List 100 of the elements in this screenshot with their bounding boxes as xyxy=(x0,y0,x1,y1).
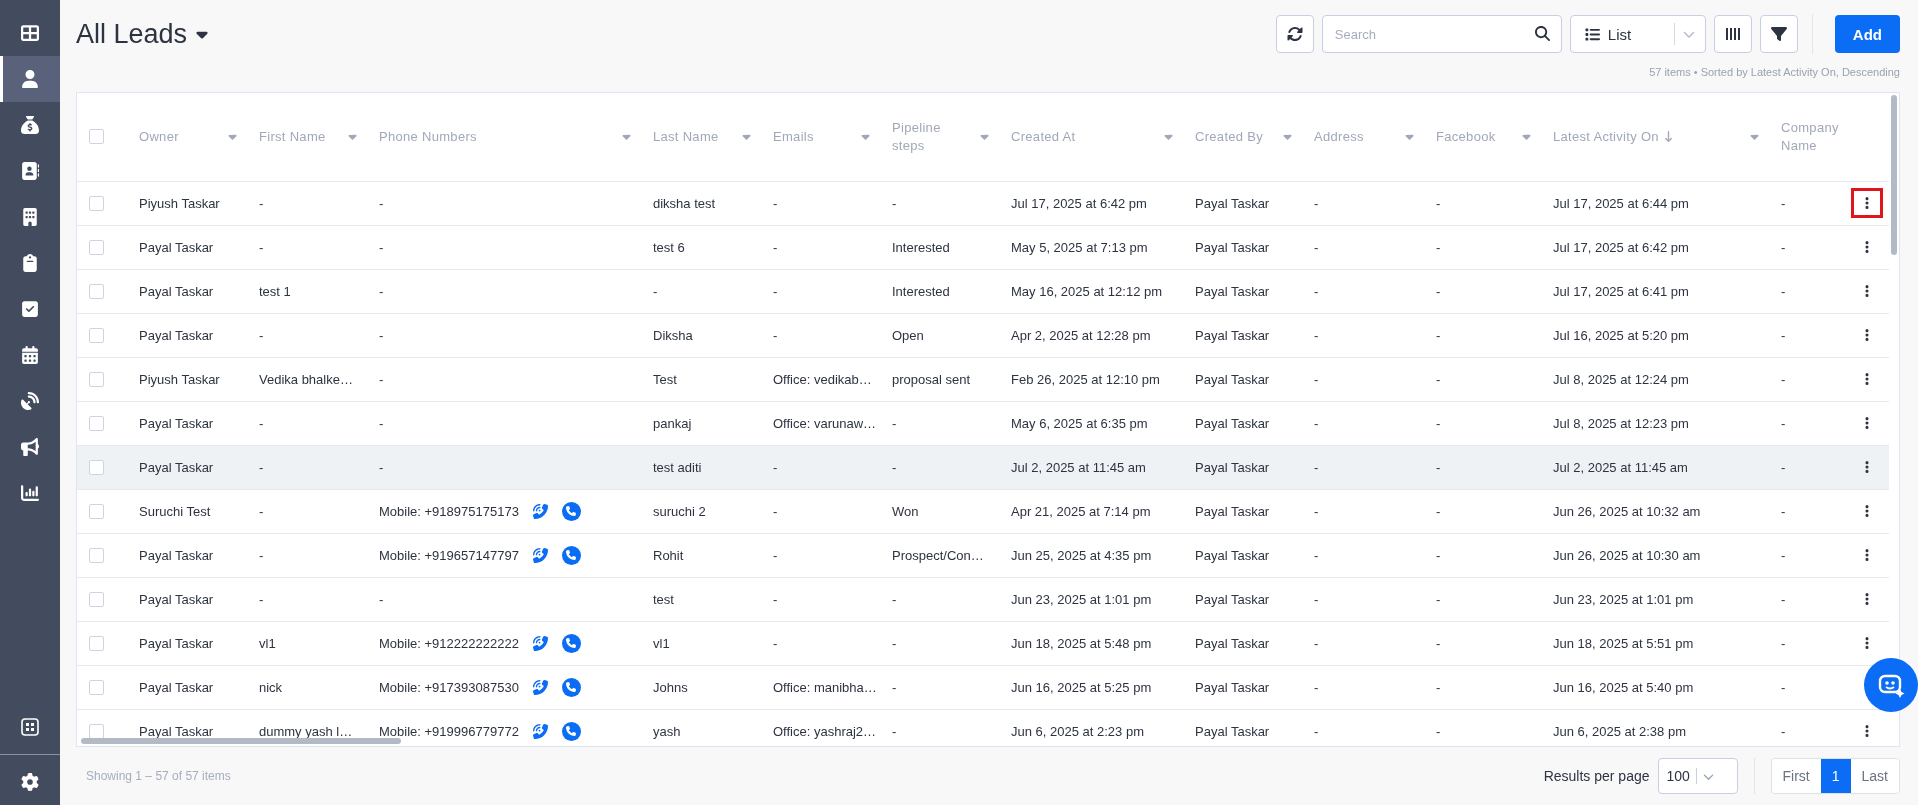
per-page-select[interactable]: 100 xyxy=(1657,758,1738,794)
view-select[interactable]: List xyxy=(1569,15,1706,53)
sidebar-item[interactable] xyxy=(0,56,60,102)
bar-chart-icon xyxy=(21,484,39,502)
table-cell: - xyxy=(892,591,897,607)
row-menu-button[interactable] xyxy=(1851,188,1883,218)
row-checkbox[interactable] xyxy=(89,503,104,519)
row-checkbox[interactable] xyxy=(89,679,104,695)
select-all-checkbox[interactable] xyxy=(89,129,104,145)
pagination-button[interactable]: Last xyxy=(1850,759,1899,793)
row-checkbox[interactable] xyxy=(89,635,104,651)
table-cell: Payal Taskar xyxy=(139,679,214,695)
phone-icon xyxy=(566,550,577,560)
columns-button[interactable] xyxy=(1713,15,1752,53)
table-cell: Jul 2, 2025 at 11:45 am xyxy=(1553,459,1688,475)
table-cell: Rohit xyxy=(653,547,684,563)
table-row[interactable]: Payal Taskar - - Diksha - Open Apr 2, 2025 at 12:28 pm Payal Taskar - - Jul 16, 2025 at 5:20 pm - xyxy=(77,313,1889,357)
table-cell: Jun 26, 2025 at 10:30 am xyxy=(1553,547,1701,563)
phone-ringing-icon[interactable] xyxy=(532,503,548,519)
row-checkbox[interactable] xyxy=(89,547,104,563)
page-title[interactable]: All Leads xyxy=(76,18,188,50)
table-cell: Payal Taskar xyxy=(1195,679,1270,695)
table-cell: Jun 18, 2025 at 5:51 pm xyxy=(1553,635,1694,651)
phone-ringing-icon[interactable] xyxy=(532,679,548,695)
table-row[interactable]: Suruchi Test - Mobile: +918975175173 suruchi 2 - Won Apr 21, 2025 at 7:14 pm Payal Taskar - - Jun 26, 2025 at 10:32 am - xyxy=(77,489,1889,533)
table-cell: Payal Taskar xyxy=(139,327,214,343)
table-cell: - xyxy=(773,547,778,563)
table-cell: Piyush Taskar xyxy=(139,371,220,387)
phone-number: - xyxy=(379,239,384,255)
table-cell: May 16, 2025 at 12:12 pm xyxy=(1011,283,1163,299)
phone-ringing-icon[interactable] xyxy=(532,547,548,563)
table-row[interactable]: Payal Taskar - - test - - Jun 23, 2025 at 1:01 pm Payal Taskar - - Jun 23, 2025 at 1:01 pm - xyxy=(77,577,1889,621)
table-cell: Jul 2, 2025 at 11:45 am xyxy=(1011,459,1146,475)
table-row[interactable]: Payal Taskar test 1 - - - Interested May 16, 2025 at 12:12 pm Payal Taskar - - Jul 17, 2025 at 6:41 pm - xyxy=(77,269,1889,313)
table-cell: - xyxy=(892,679,897,695)
table-cell: Jun 23, 2025 at 1:01 pm xyxy=(1011,591,1152,607)
table-row[interactable]: Payal Taskar vl1 Mobile: +912222222222 vl1 - - Jun 18, 2025 at 5:48 pm Payal Taskar - - Jun 18, 2025 at 5:51 pm - xyxy=(77,621,1889,665)
row-checkbox[interactable] xyxy=(89,239,104,255)
search-field[interactable]: Search xyxy=(1321,15,1562,53)
settings-icon xyxy=(21,773,39,791)
row-checkbox[interactable] xyxy=(89,459,104,475)
columns-icon xyxy=(1724,27,1741,41)
table-row[interactable]: Payal Taskar - - test aditi - - Jul 2, 2025 at 11:45 am Payal Taskar - - Jul 2, 2025 at 11:45 am - xyxy=(77,445,1889,489)
table-cell: - xyxy=(259,195,264,211)
call-button[interactable] xyxy=(561,501,581,521)
table-cell: - xyxy=(773,283,778,299)
call-button[interactable] xyxy=(561,721,581,741)
refresh-button[interactable] xyxy=(1275,15,1314,53)
table-cell: - xyxy=(1314,195,1319,211)
table-cell: Jun 6, 2025 at 2:23 pm xyxy=(1011,723,1144,739)
phone-number: - xyxy=(379,371,384,387)
row-checkbox[interactable] xyxy=(89,283,104,299)
table-cell: Jun 26, 2025 at 10:32 am xyxy=(1553,503,1701,519)
table-cell: Jun 16, 2025 at 5:40 pm xyxy=(1553,679,1694,695)
table-cell: - xyxy=(773,459,778,475)
phone-ringing-icon[interactable] xyxy=(532,635,548,651)
table-cell: - xyxy=(1436,459,1441,475)
table-cell: Suruchi Test xyxy=(139,503,211,519)
vertical-scrollbar[interactable] xyxy=(1891,95,1897,255)
table-cell: Apr 21, 2025 at 7:14 pm xyxy=(1011,503,1151,519)
phone-number: Mobile: +919996779772 xyxy=(379,723,519,739)
table-cell: Open xyxy=(892,327,924,343)
phone-icon xyxy=(566,726,577,736)
table-cell: Jul 17, 2025 at 6:41 pm xyxy=(1553,283,1689,299)
table-row[interactable]: Payal Taskar - Mobile: +919657147797 Rohit - Prospect/Con… Jun 25, 2025 at 4:35 pm Payal Taskar - - Jun 26, 2025 at 10:30 am - xyxy=(77,533,1889,577)
table-cell: Office: manibha… xyxy=(773,679,877,695)
horizontal-scrollbar[interactable] xyxy=(81,738,401,744)
table-cell: - xyxy=(259,591,264,607)
table-cell: - xyxy=(892,415,897,431)
table-row[interactable]: Payal Taskar - - test 6 - Interested May 5, 2025 at 7:13 pm Payal Taskar - - Jul 17, 2025 at 6:42 pm - xyxy=(77,225,1889,269)
table-cell: - xyxy=(1314,679,1319,695)
table-row[interactable]: Payal Taskar - - pankaj Office: varunaw… - May 6, 2025 at 6:35 pm Payal Taskar - - Jul 8, 2025 at 12:23 pm - xyxy=(77,401,1889,445)
table-cell: test xyxy=(653,591,674,607)
table-cell: vl1 xyxy=(259,635,276,651)
filter-button[interactable] xyxy=(1759,15,1798,53)
table-cell: Prospect/Con… xyxy=(892,547,984,563)
call-button[interactable] xyxy=(561,677,581,697)
add-button[interactable]: Add xyxy=(1834,15,1900,53)
table-cell: Johns xyxy=(653,679,688,695)
pagination-button[interactable]: First xyxy=(1771,759,1821,793)
call-button[interactable] xyxy=(561,545,581,565)
table-cell: - xyxy=(1436,723,1441,739)
table-cell: - xyxy=(1781,415,1786,431)
row-checkbox[interactable] xyxy=(89,591,104,607)
table-cell: - xyxy=(1436,327,1441,343)
table-cell: - xyxy=(1436,239,1441,255)
row-checkbox[interactable] xyxy=(89,327,104,343)
table-cell: Jun 6, 2025 at 2:38 pm xyxy=(1553,723,1686,739)
row-checkbox[interactable] xyxy=(89,415,104,431)
table-cell: - xyxy=(259,239,264,255)
table-row[interactable]: Piyush Taskar Vedika bhalke… - Test Office: vedikab… proposal sent Feb 26, 2025 at 12:10 pm Payal Taskar - - Jul 8, 2025 at 12:24 pm - xyxy=(77,357,1889,401)
pagination-button[interactable]: 1 xyxy=(1820,759,1851,793)
call-button[interactable] xyxy=(561,633,581,653)
phone-ringing-icon[interactable] xyxy=(532,723,548,739)
table-cell: - xyxy=(1781,239,1786,255)
row-checkbox[interactable] xyxy=(89,195,104,211)
checkbox-icon xyxy=(21,300,39,318)
table-row[interactable]: Piyush Taskar - - diksha test - - Jul 17, 2025 at 6:42 pm Payal Taskar - - Jul 17, 2025 at 6:44 pm - xyxy=(77,181,1889,225)
row-checkbox[interactable] xyxy=(89,371,104,387)
row-checkbox[interactable] xyxy=(89,723,104,739)
